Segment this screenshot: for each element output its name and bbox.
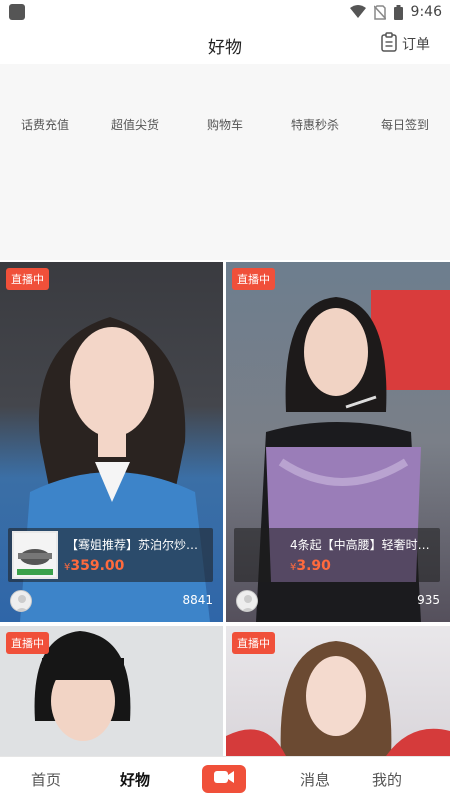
go-live-button[interactable] bbox=[202, 765, 246, 793]
orders-label: 订单 bbox=[402, 37, 430, 53]
live-badge: 直播中 bbox=[232, 632, 275, 654]
category-row: 话费充值 超值尖货 购物车 特惠秒杀 每日签到 bbox=[0, 116, 450, 133]
nav-goods[interactable]: 好物 bbox=[120, 769, 150, 790]
category-area: 话费充值 超值尖货 购物车 特惠秒杀 每日签到 bbox=[0, 64, 450, 260]
status-bar: 9:46 bbox=[0, 0, 450, 24]
live-card[interactable]: 直播中 bbox=[0, 626, 223, 756]
live-badge: 直播中 bbox=[6, 632, 49, 654]
product-title: 4条起【中高腰】轻奢时尚... bbox=[290, 538, 440, 552]
bottom-navigation: 首页 好物 消息 我的 bbox=[0, 756, 450, 801]
live-stream-grid: 直播中 【骞姐推荐】苏泊尔炒锅... ¥359.00 8841 直播中 4条起【… bbox=[0, 262, 450, 756]
viewer-count: 935 bbox=[417, 593, 440, 607]
category-phone-recharge[interactable]: 话费充值 bbox=[0, 116, 90, 133]
category-flash-sale[interactable]: 特惠秒杀 bbox=[270, 116, 360, 133]
product-price: ¥3.90 bbox=[290, 558, 331, 574]
live-card[interactable]: 直播中 4条起【中高腰】轻奢时尚... ¥3.90 935 bbox=[226, 262, 450, 622]
category-daily-checkin[interactable]: 每日签到 bbox=[360, 116, 450, 133]
nav-home[interactable]: 首页 bbox=[31, 769, 61, 790]
status-time: 9:46 bbox=[410, 4, 442, 20]
video-camera-icon bbox=[213, 769, 235, 789]
price-value: 3.90 bbox=[296, 558, 331, 574]
product-price: ¥359.00 bbox=[64, 558, 124, 574]
product-title: 【骞姐推荐】苏泊尔炒锅... bbox=[66, 538, 206, 552]
avatar bbox=[10, 590, 32, 612]
live-card[interactable]: 直播中 bbox=[226, 626, 450, 756]
product-strip[interactable]: 【骞姐推荐】苏泊尔炒锅... ¥359.00 bbox=[8, 528, 213, 582]
nav-mine[interactable]: 我的 bbox=[372, 769, 402, 790]
no-sim-icon bbox=[373, 4, 386, 20]
category-great-deals[interactable]: 超值尖货 bbox=[90, 116, 180, 133]
battery-icon bbox=[393, 4, 403, 20]
product-strip[interactable]: 4条起【中高腰】轻奢时尚... ¥3.90 bbox=[234, 528, 440, 582]
status-icons: 9:46 bbox=[349, 3, 442, 21]
app-notification-icon bbox=[9, 4, 25, 20]
clipboard-icon bbox=[380, 32, 398, 56]
viewer-count: 8841 bbox=[182, 593, 213, 607]
nav-messages[interactable]: 消息 bbox=[300, 769, 330, 790]
orders-button[interactable]: 订单 bbox=[380, 32, 430, 56]
page-header: 好物 订单 bbox=[0, 24, 450, 64]
product-thumbnail bbox=[12, 531, 58, 579]
price-value: 359.00 bbox=[70, 558, 125, 574]
category-shopping-cart[interactable]: 购物车 bbox=[180, 116, 270, 133]
wifi-icon bbox=[349, 5, 366, 19]
live-card[interactable]: 直播中 【骞姐推荐】苏泊尔炒锅... ¥359.00 8841 bbox=[0, 262, 223, 622]
live-badge: 直播中 bbox=[6, 268, 49, 290]
avatar bbox=[236, 590, 258, 612]
live-badge: 直播中 bbox=[232, 268, 275, 290]
